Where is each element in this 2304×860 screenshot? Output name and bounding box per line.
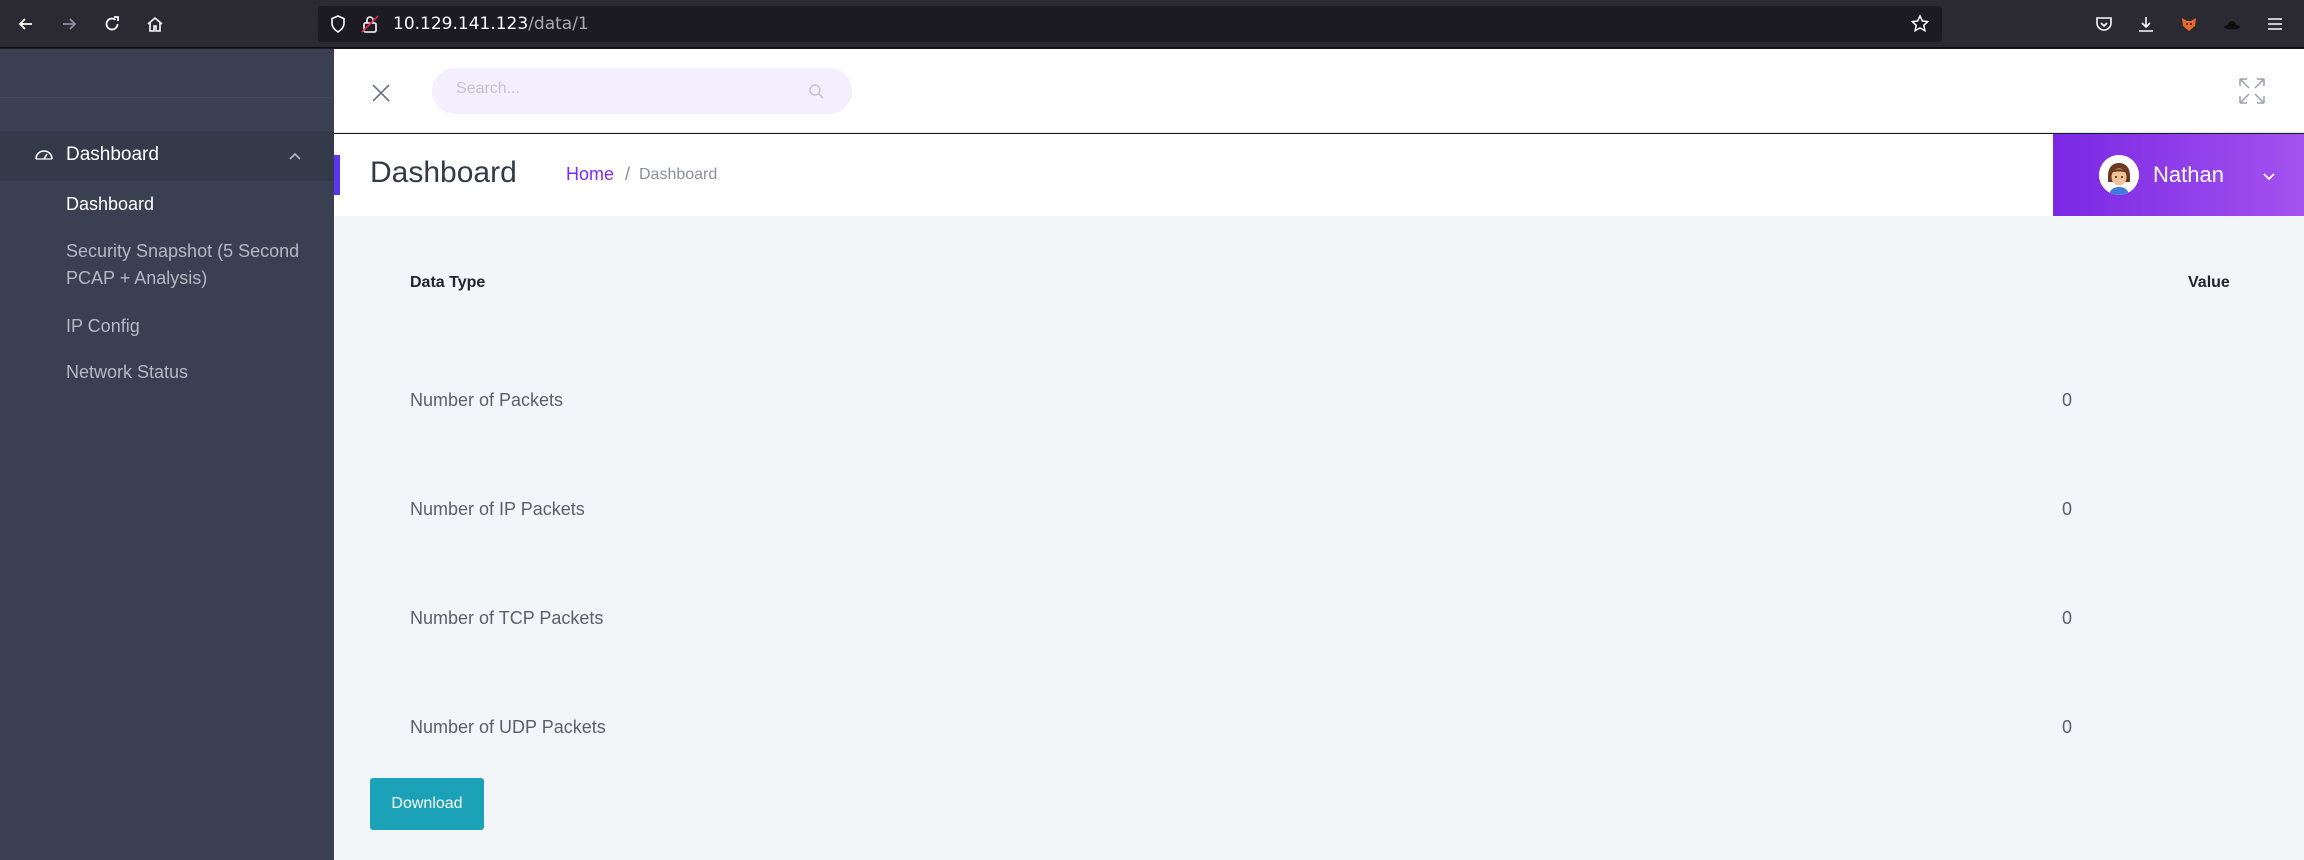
downloads-button[interactable] <box>2134 12 2158 36</box>
forward-button[interactable] <box>54 9 84 39</box>
address-bar[interactable]: 10.129.141.123/data/1 <box>318 6 1942 42</box>
search-input[interactable] <box>456 80 796 98</box>
sidebar-group-label: Dashboard <box>66 144 159 165</box>
page-title: Dashboard <box>370 156 517 189</box>
arrow-right-icon <box>63 18 77 30</box>
breadcrumb-current: Dashboard <box>639 166 718 183</box>
browser-toolbar: 10.129.141.123/data/1 <box>0 0 2304 48</box>
breadcrumb-separator: / <box>625 164 631 184</box>
chevron-down-icon <box>2263 173 2275 181</box>
row-label: Number of Packets <box>410 390 564 410</box>
bookmark-star-icon[interactable] <box>1910 14 1930 34</box>
back-button[interactable] <box>11 9 41 39</box>
row-value: 0 <box>2062 499 2073 519</box>
row-value: 0 <box>2062 717 2073 737</box>
arrow-left-icon <box>18 18 32 30</box>
hat-extension-icon <box>2224 21 2240 30</box>
user-name: Nathan <box>2153 162 2224 187</box>
insecure-lock-icon[interactable] <box>360 14 380 34</box>
fox-extension-icon <box>2182 18 2196 31</box>
user-avatar-icon <box>2099 155 2139 195</box>
row-value: 0 <box>2062 390 2073 410</box>
page-header: Dashboard Home / Dashboard Nathan <box>334 134 2304 216</box>
pocket-icon <box>2096 17 2112 31</box>
sidebar-divider <box>0 97 334 98</box>
title-accent-bar <box>334 155 340 195</box>
row-label: Number of IP Packets <box>410 499 585 519</box>
reload-icon <box>105 16 119 31</box>
menu-button[interactable] <box>2263 12 2287 36</box>
search-icon[interactable] <box>808 83 825 100</box>
breadcrumb-home[interactable]: Home <box>566 164 614 185</box>
close-icon[interactable] <box>370 82 392 104</box>
search-box <box>432 68 852 114</box>
user-menu[interactable]: Nathan <box>2053 134 2304 216</box>
row-label: Number of UDP Packets <box>410 717 606 737</box>
download-icon <box>2139 17 2153 32</box>
extension-hat-button[interactable] <box>2220 12 2244 36</box>
sidebar-item-network-status[interactable]: Network Status <box>66 359 316 386</box>
row-value: 0 <box>2062 608 2073 628</box>
reload-button[interactable] <box>97 9 127 39</box>
avatar <box>2099 155 2139 195</box>
row-label: Number of TCP Packets <box>410 608 604 628</box>
dashboard-icon <box>35 150 53 160</box>
fullscreen-icon[interactable] <box>2237 76 2267 106</box>
shield-icon[interactable] <box>328 14 348 34</box>
url-text: 10.129.141.123/data/1 <box>393 14 589 34</box>
pocket-button[interactable] <box>2092 12 2116 36</box>
sidebar-item-security-snapshot[interactable]: Security Snapshot (5 Second PCAP + Analy… <box>66 238 316 292</box>
home-icon <box>147 16 163 32</box>
extension-fox-button[interactable] <box>2177 12 2201 36</box>
main-content: Data Type Value Number of Packets 0 Numb… <box>334 216 2304 860</box>
chevron-up-icon[interactable] <box>287 149 303 165</box>
sidebar: Dashboard Dashboard Security Snapshot (5… <box>0 49 334 860</box>
top-bar <box>334 49 2304 133</box>
sidebar-item-ip-config[interactable]: IP Config <box>66 313 316 340</box>
download-button[interactable]: Download <box>370 778 484 830</box>
home-button[interactable] <box>140 9 170 39</box>
sidebar-group-dashboard[interactable]: Dashboard <box>0 131 334 181</box>
column-header-data-type: Data Type <box>410 274 486 291</box>
sidebar-item-dashboard[interactable]: Dashboard <box>66 191 316 218</box>
hamburger-menu-icon <box>2268 18 2282 30</box>
column-header-value: Value <box>2188 274 2230 291</box>
